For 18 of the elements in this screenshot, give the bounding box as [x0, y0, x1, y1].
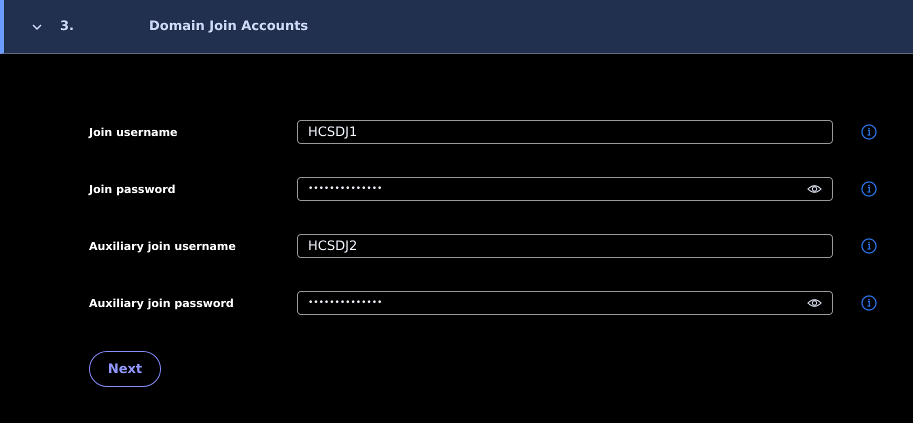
field-label: Auxiliary join username	[89, 240, 237, 252]
next-button[interactable]: Next	[89, 351, 161, 387]
section-header[interactable]: 3. Domain Join Accounts	[0, 0, 913, 54]
info-icon[interactable]	[861, 238, 877, 254]
field-label: Join password	[89, 182, 176, 196]
eye-icon[interactable]	[807, 298, 822, 308]
info-icon[interactable]	[861, 295, 877, 311]
field-label: Auxiliary join password	[89, 296, 235, 310]
eye-icon[interactable]	[807, 184, 822, 194]
password-field[interactable]: ••••••••••••••	[297, 177, 833, 201]
password-field[interactable]: ••••••••••••••	[297, 291, 833, 315]
section-number: 3.	[60, 19, 75, 34]
field-label: Join username	[89, 126, 179, 138]
input-field[interactable]: HCSDJ1	[297, 120, 833, 144]
input-field[interactable]: HCSDJ2	[297, 234, 833, 258]
info-icon[interactable]	[861, 181, 877, 197]
info-icon[interactable]	[861, 124, 877, 140]
section-title: Domain Join Accounts	[149, 19, 308, 34]
